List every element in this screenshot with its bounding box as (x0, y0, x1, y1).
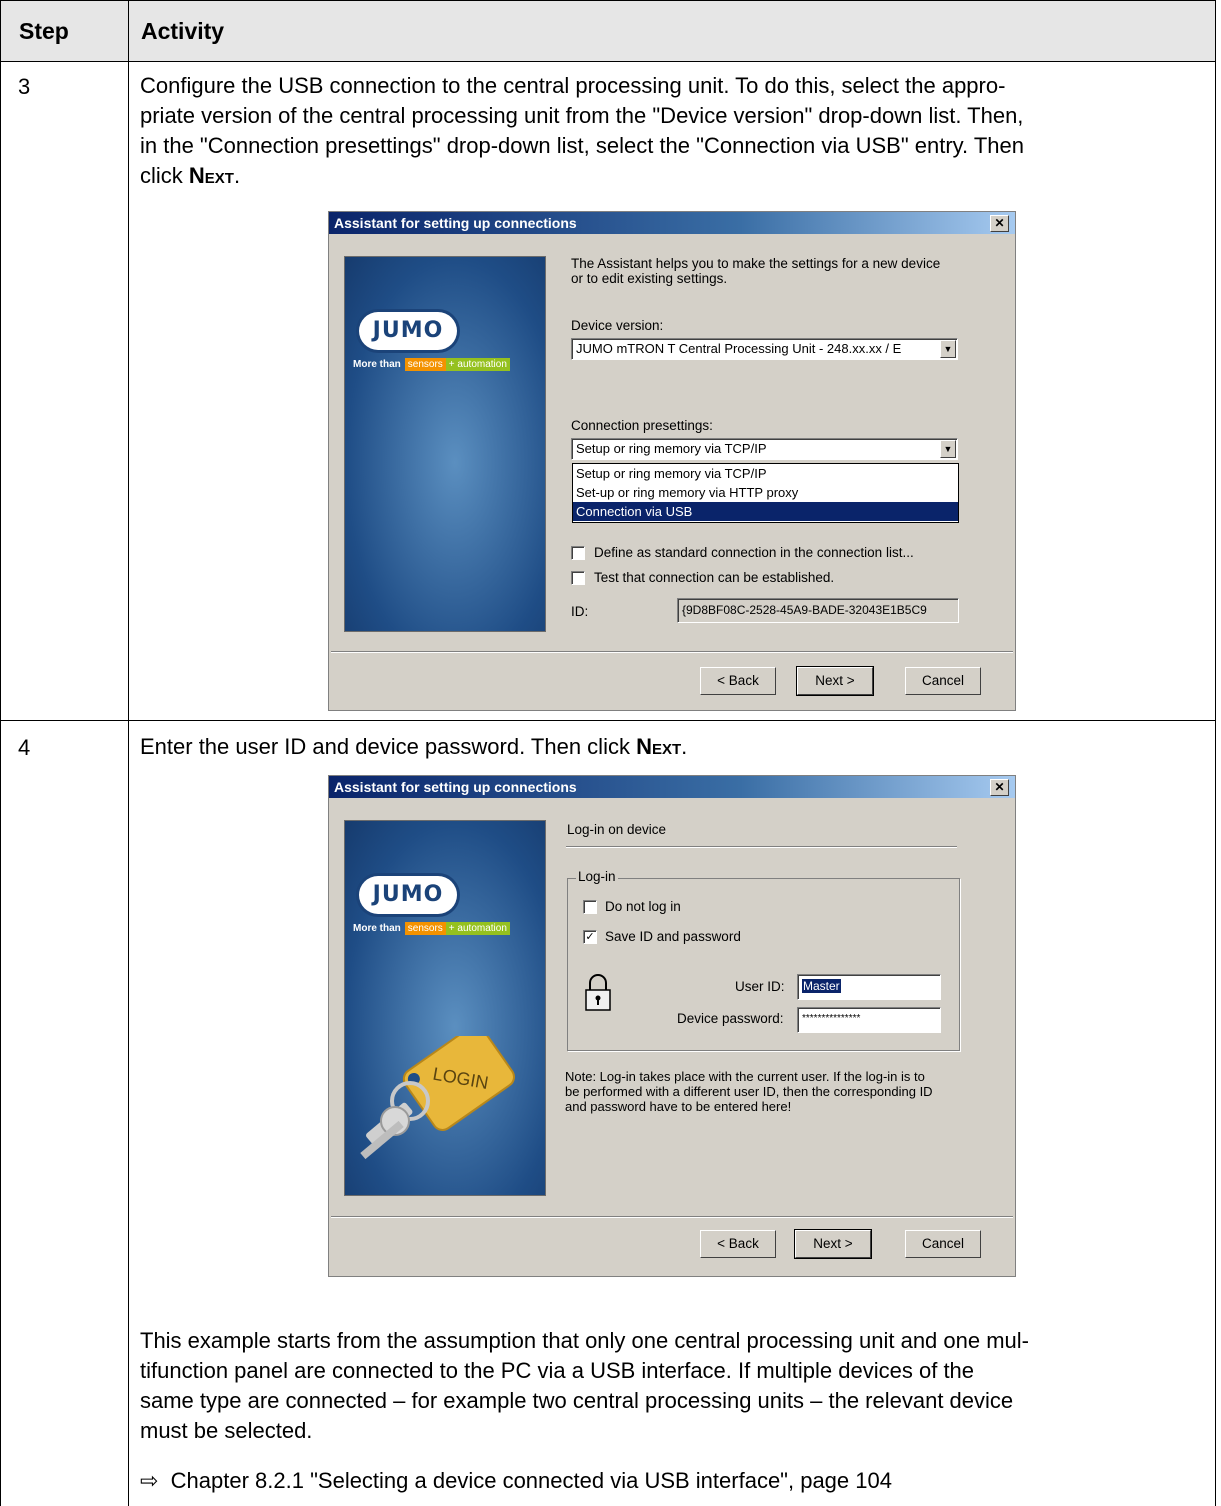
presettings-label: Connection presettings: (571, 418, 713, 433)
step-3-text: Configure the USB connection to the cent… (140, 71, 1200, 191)
back-button[interactable]: < Back (700, 667, 776, 695)
password-input[interactable]: *************** (797, 1007, 941, 1033)
presettings-dropdown-list: Setup or ring memory via TCP/IP Set-up o… (572, 463, 959, 523)
dialog-title-bar: Assistant for setting up connections (329, 212, 1015, 234)
login-group-label: Log-in (576, 869, 618, 884)
heading-separator (566, 846, 957, 848)
step-3-line-3: in the "Connection presettings" drop-dow… (140, 133, 1025, 158)
jumo-side-banner: JUMO More than sensors + automation (344, 256, 546, 632)
test-connection-label: Test that connection can be established. (594, 570, 835, 585)
device-version-select[interactable]: JUMO mTRON T Central Processing Unit - 2… (571, 338, 958, 360)
note-line: same type are connected – for example tw… (140, 1388, 1014, 1413)
note-line-1: Note: Log-in takes place with the curren… (565, 1069, 925, 1084)
dialog-title: Assistant for setting up connections (334, 215, 577, 231)
step-3-line-4: click Next. (140, 163, 241, 188)
intro-line-2: or to edit existing settings. (571, 271, 728, 286)
user-id-label: User ID: (735, 979, 785, 994)
option-tcpip[interactable]: Setup or ring memory via TCP/IP (573, 464, 958, 483)
save-id-checkbox[interactable]: ✓ (583, 930, 597, 944)
chevron-down-icon[interactable]: ▼ (940, 340, 956, 358)
connection-assistant-dialog-1: Assistant for setting up connections ✕ J… (328, 211, 1016, 711)
step-3-line-1: Configure the USB connection to the cent… (140, 73, 1006, 98)
lock-icon (585, 974, 611, 1011)
dialog-title-bar: Assistant for setting up connections (329, 776, 1015, 798)
cancel-button[interactable]: Cancel (905, 1230, 981, 1258)
intro-line-1: The Assistant helps you to make the sett… (571, 256, 941, 271)
id-label: ID: (571, 604, 589, 619)
note-line: tifunction panel are connected to the PC… (140, 1358, 975, 1383)
presettings-select[interactable]: Setup or ring memory via TCP/IP ▼ (571, 438, 958, 460)
note-line-2: be performed with a different user ID, t… (565, 1084, 933, 1099)
user-id-input[interactable]: Master (797, 974, 941, 1000)
dialog-title: Assistant for setting up connections (334, 779, 577, 795)
step-number-4: 4 (18, 735, 31, 760)
next-button[interactable]: Next > (796, 666, 874, 696)
reference-text[interactable]: Chapter 8.2.1 "Selecting a device connec… (171, 1468, 892, 1493)
table-column-divider (128, 0, 129, 1506)
jumo-logo: JUMO (359, 876, 457, 914)
chapter-reference[interactable]: ⇨ Chapter 8.2.1 "Selecting a device conn… (140, 1466, 1200, 1496)
save-id-label: Save ID and password (605, 929, 741, 944)
do-not-login-label: Do not log in (605, 899, 681, 914)
jumo-tagline: More than sensors + automation (353, 922, 510, 935)
id-field: {9D8BF08C-2528-45A9-BADE-32043E1B5C9 (677, 598, 959, 623)
do-not-login-checkbox[interactable] (583, 900, 597, 914)
header-activity: Activity (141, 18, 225, 44)
dialog-heading: Log-in on device (567, 822, 667, 837)
step-number-3: 3 (18, 74, 31, 99)
button-separator (331, 1216, 1013, 1218)
test-connection-checkbox[interactable] (571, 571, 585, 585)
table-border-right (1215, 0, 1216, 1506)
standard-connection-checkbox[interactable] (571, 546, 585, 560)
next-button[interactable]: Next > (794, 1229, 872, 1259)
table-border-left (0, 0, 1, 1506)
button-separator (331, 651, 1013, 653)
jumo-tagline: More than sensors + automation (353, 358, 510, 371)
jumo-side-banner: JUMO More than sensors + automation LOGIN (344, 820, 546, 1196)
next-key-label: Next (188, 163, 234, 188)
close-icon[interactable]: ✕ (990, 215, 1009, 232)
connection-assistant-dialog-2: Assistant for setting up connections ✕ J… (328, 775, 1016, 1277)
standard-connection-label: Define as standard connection in the con… (594, 545, 914, 560)
jumo-logo: JUMO (359, 312, 457, 350)
step-3-line-2: priate version of the central processing… (140, 103, 1024, 128)
login-key-icon: LOGIN (360, 1036, 515, 1160)
row-divider (0, 720, 1216, 721)
next-key-label: Next (636, 734, 682, 759)
usb-note: This example starts from the assumption … (140, 1326, 1200, 1446)
close-icon[interactable]: ✕ (990, 779, 1009, 796)
option-http-proxy[interactable]: Set-up or ring memory via HTTP proxy (573, 483, 958, 502)
note-line: This example starts from the assumption … (140, 1328, 1030, 1353)
note-line-3: and password have to be entered here! (565, 1099, 792, 1114)
back-button[interactable]: < Back (700, 1230, 776, 1258)
table-header: Step Activity (0, 0, 1216, 62)
cancel-button[interactable]: Cancel (905, 667, 981, 695)
device-version-label: Device version: (571, 318, 664, 333)
note-line: must be selected. (140, 1418, 313, 1443)
user-id-value: Master (802, 979, 841, 993)
password-label: Device password: (677, 1011, 784, 1026)
chevron-down-icon[interactable]: ▼ (940, 440, 956, 458)
step-4-text: Enter the user ID and device password. T… (140, 734, 688, 759)
arrow-right-icon: ⇨ (140, 1468, 159, 1493)
header-step: Step (19, 18, 69, 44)
option-usb[interactable]: Connection via USB (573, 502, 958, 521)
